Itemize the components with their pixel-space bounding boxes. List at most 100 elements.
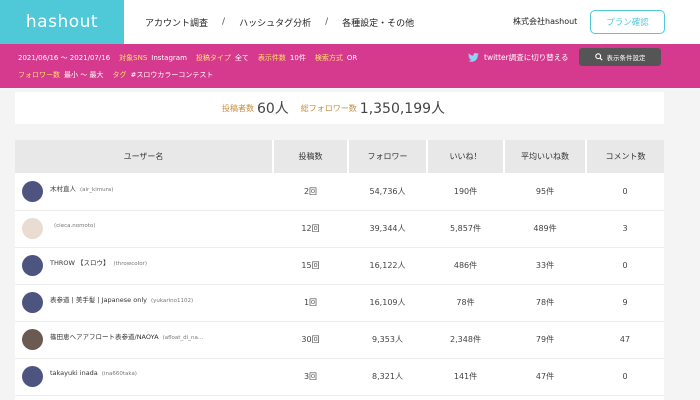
nav-separator: / <box>325 17 329 27</box>
avatar <box>22 366 43 387</box>
user-cell[interactable]: 表参道 | 美手髪 | Japanese only (yukarino1102) <box>15 284 273 322</box>
likes-cell: 141件 <box>427 358 504 396</box>
posters-count-value: 60人 <box>256 101 289 117</box>
user-table: ユーザー名 投稿数 フォロワー いいね！ 平均いいね数 コメント数 木村直人 (a… <box>15 140 664 396</box>
user-display-name: 表参道 | 美手髪 | Japanese only <box>50 296 147 304</box>
followers-cell: 39,344人 <box>348 210 427 248</box>
col-header-username[interactable]: ユーザー名 <box>15 140 274 173</box>
filter-period: 2021/06/16 〜 2021/07/16 <box>18 54 111 62</box>
col-header-likes[interactable]: いいね！ <box>427 140 505 173</box>
table-row[interactable]: THROW 【スロウ】 (throwcolor) 15回 16,122人 486件… <box>15 247 664 285</box>
total-followers-label: 総フォロワー数 <box>300 103 357 113</box>
likes-cell: 190件 <box>427 173 504 211</box>
company-name: 株式会社hashout <box>513 17 578 26</box>
avatar <box>22 292 43 313</box>
nav-account-research[interactable]: アカウント調査 <box>145 16 208 29</box>
filter-row-1: 2021/06/16 〜 2021/07/16 対象SNS Instagram … <box>18 53 366 63</box>
display-settings-button[interactable]: 表示条件設定 <box>579 48 661 66</box>
filter-tag-label: タグ <box>112 71 127 79</box>
posts-cell: 30回 <box>273 321 348 359</box>
filter-count-label: 表示件数 <box>257 54 286 62</box>
filter-search-label: 検索方式 <box>314 54 343 62</box>
main-nav: アカウント調査 / ハッシュタグ分析 / 各種設定・その他 <box>145 0 414 44</box>
avatar <box>22 180 43 202</box>
followers-cell: 16,122人 <box>348 247 427 285</box>
col-header-followers[interactable]: フォロワー <box>348 140 428 173</box>
avatar <box>22 218 43 239</box>
posts-cell: 12回 <box>273 210 348 248</box>
user-id: (afloat_di_na… <box>162 335 204 341</box>
user-display-name: 篠田恵ヘアアフロート表参道/NAOYA <box>50 333 159 341</box>
col-header-comments[interactable]: コメント数 <box>586 140 664 173</box>
user-cell[interactable]: 篠田恵ヘアアフロート表参道/NAOYA (afloat_di_na… <box>15 321 273 359</box>
filter-sns-value: Instagram <box>151 54 187 62</box>
summary-bar: 投稿者数 60人 総フォロワー数 1,350,199人 <box>15 92 664 124</box>
plan-button[interactable]: プラン確認 <box>590 10 665 34</box>
avg-likes-cell: 47件 <box>504 358 586 396</box>
likes-cell: 78件 <box>427 284 504 322</box>
user-id: (ina660taka) <box>101 371 137 377</box>
filter-followers-label: フォロワー数 <box>18 71 60 79</box>
filter-followers-value: 最小 〜 最大 <box>64 71 104 79</box>
user-id: (air_kimura) <box>80 186 114 193</box>
table-row[interactable]: 木村直人 (air_kimura) 2回 54,736人 190件 95件 0 <box>15 173 664 211</box>
avg-likes-cell: 95件 <box>504 173 586 211</box>
posters-count-label: 投稿者数 <box>221 103 254 113</box>
posts-cell: 2回 <box>273 173 348 211</box>
filter-row-2: フォロワー数 最小 〜 最大 タグ #スロウカラーコンテスト <box>18 70 222 80</box>
user-cell[interactable]: takayuki inada (ina660taka) <box>15 358 273 396</box>
avg-likes-cell: 489件 <box>504 210 586 248</box>
nav-settings[interactable]: 各種設定・その他 <box>342 16 414 29</box>
user-cell[interactable]: (cieca.nomoto) <box>15 210 273 248</box>
filter-post-type-value: 全て <box>234 54 249 62</box>
twitter-switch-label: twitter調査に切り替える <box>484 53 569 62</box>
table-row[interactable]: 表参道 | 美手髪 | Japanese only (yukarino1102) … <box>15 284 664 322</box>
table-row[interactable]: (cieca.nomoto) 12回 39,344人 5,857件 489件 3 <box>15 210 664 248</box>
hashout-logo[interactable]: hashout <box>0 0 124 44</box>
table-row[interactable]: 篠田恵ヘアアフロート表参道/NAOYA (afloat_di_na… 30回 9,… <box>15 321 664 359</box>
display-settings-label: 表示条件設定 <box>606 54 646 62</box>
comments-cell: 0 <box>586 358 664 396</box>
followers-cell: 8,321人 <box>348 358 427 396</box>
user-id: (yukarino1102) <box>150 298 194 304</box>
user-cell[interactable]: THROW 【スロウ】 (throwcolor) <box>15 247 273 285</box>
user-cell[interactable]: 木村直人 (air_kimura) <box>15 173 273 211</box>
followers-cell: 16,109人 <box>348 284 427 322</box>
avg-likes-cell: 33件 <box>504 247 586 285</box>
avatar <box>22 255 43 276</box>
followers-cell: 9,353人 <box>348 321 427 359</box>
followers-cell: 54,736人 <box>348 173 427 211</box>
user-id: (cieca.nomoto) <box>54 223 96 229</box>
twitter-icon <box>468 53 479 62</box>
user-display-name: takayuki inada <box>50 369 98 377</box>
filter-search-value: OR <box>346 54 358 62</box>
comments-cell: 9 <box>586 284 664 322</box>
top-header: hashout アカウント調査 / ハッシュタグ分析 / 各種設定・その他 株式… <box>0 0 700 44</box>
likes-cell: 486件 <box>427 247 504 285</box>
comments-cell: 47 <box>586 321 664 359</box>
filter-post-type-label: 投稿タイプ <box>195 54 231 62</box>
filter-sns-label: 対象SNS <box>119 54 148 62</box>
nav-hashtag-analysis[interactable]: ハッシュタグ分析 <box>239 16 311 29</box>
posts-cell: 15回 <box>273 247 348 285</box>
likes-cell: 5,857件 <box>427 210 504 248</box>
user-display-name: 木村直人 <box>50 184 76 193</box>
user-display-name: THROW 【スロウ】 <box>50 259 110 267</box>
comments-cell: 0 <box>586 247 664 285</box>
posts-cell: 1回 <box>273 284 348 322</box>
comments-cell: 0 <box>586 173 664 211</box>
col-header-posts[interactable]: 投稿数 <box>273 140 349 173</box>
avatar <box>22 329 43 350</box>
filter-tag-value: #スロウカラーコンテスト <box>130 71 214 79</box>
avg-likes-cell: 79件 <box>504 321 586 359</box>
col-header-avg-likes[interactable]: 平均いいね数 <box>504 140 587 173</box>
total-followers-value: 1,350,199人 <box>359 101 446 117</box>
table-header-row: ユーザー名 投稿数 フォロワー いいね！ 平均いいね数 コメント数 <box>15 140 664 173</box>
user-id: (throwcolor) <box>113 261 147 267</box>
search-icon <box>594 53 603 61</box>
filter-count-value: 10件 <box>289 54 306 62</box>
likes-cell: 2,348件 <box>427 321 504 359</box>
nav-separator: / <box>222 17 226 27</box>
twitter-switch-link[interactable]: twitter調査に切り替える <box>468 52 569 63</box>
table-row[interactable]: takayuki inada (ina660taka) 3回 8,321人 141… <box>15 358 664 396</box>
